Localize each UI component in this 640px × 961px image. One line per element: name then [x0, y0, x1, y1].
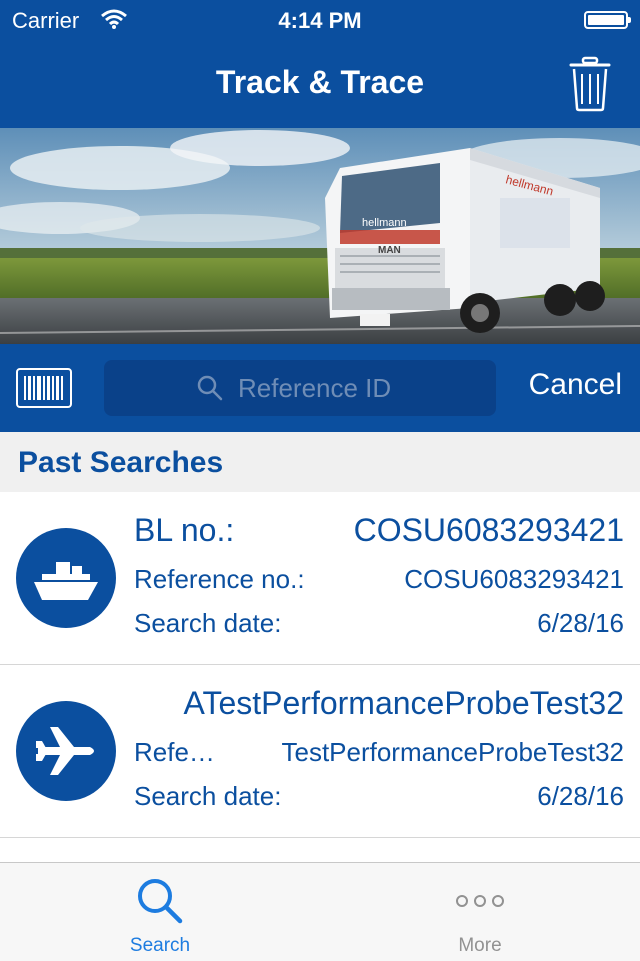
list-item[interactable]: ATestPerformanceProbeTest32 Refe… TestPe… [0, 665, 640, 838]
tab-search-label: Search [129, 935, 191, 956]
list-item[interactable]: BL no.: COSU6083293421 Reference no.: CO… [0, 492, 640, 665]
past-searches-list: BL no.: COSU6083293421 Reference no.: CO… [0, 492, 640, 838]
row-reference: Reference no.: COSU6083293421 [134, 564, 624, 598]
reference-label: Refe… [134, 737, 215, 767]
row-title: ATestPerformanceProbeTest32 [134, 685, 624, 725]
tab-more-label: More [458, 935, 502, 956]
airplane-icon [16, 701, 116, 801]
battery-icon [584, 11, 631, 29]
cancel-button[interactable]: Cancel [529, 368, 622, 402]
reference-value: COSU6083293421 [404, 564, 624, 594]
title-value: ATestPerformanceProbeTest32 [183, 685, 624, 721]
svg-text:hellmann: hellmann [362, 217, 407, 229]
ship-icon [16, 528, 116, 628]
hero-truck-image: hellmann hellmann MAN [0, 128, 640, 344]
row-date: Search date: 6/28/16 [134, 608, 624, 642]
search-date-label: Search date: [134, 608, 282, 638]
search-field[interactable] [104, 360, 496, 416]
search-date-value: 6/28/16 [537, 781, 624, 811]
status-time: 4:14 PM [278, 8, 362, 33]
tab-search[interactable]: Search [0, 863, 320, 961]
reference-id-input[interactable] [104, 360, 496, 416]
row-date: Search date: 6/28/16 [134, 781, 624, 815]
reference-value: TestPerformanceProbeTest32 [281, 737, 624, 767]
search-date-value: 6/28/16 [537, 608, 624, 638]
barcode-scan-button[interactable] [16, 368, 72, 408]
clear-history-button[interactable] [568, 56, 612, 112]
past-searches-header: Past Searches [0, 432, 640, 492]
barcode-icon [24, 376, 63, 400]
bl-value: COSU6083293421 [353, 512, 624, 548]
search-icon [138, 879, 183, 924]
row-reference: Refe… TestPerformanceProbeTest32 [134, 737, 624, 771]
search-bar: Cancel [0, 344, 640, 432]
trash-icon [569, 56, 611, 112]
status-bar: Carrier 4:14 PM [0, 0, 640, 40]
tab-more[interactable]: More [320, 863, 640, 961]
reference-label: Reference no.: [134, 564, 305, 594]
nav-bar: Track & Trace [0, 40, 640, 128]
row-title: BL no.: COSU6083293421 [134, 512, 624, 552]
section-title: Past Searches [18, 446, 224, 479]
more-icon [456, 895, 504, 907]
search-date-label: Search date: [134, 781, 282, 811]
svg-text:MAN: MAN [378, 245, 401, 256]
tab-bar: Search More [0, 862, 640, 961]
page-title: Track & Trace [215, 64, 425, 100]
bl-label: BL no.: [134, 512, 235, 548]
